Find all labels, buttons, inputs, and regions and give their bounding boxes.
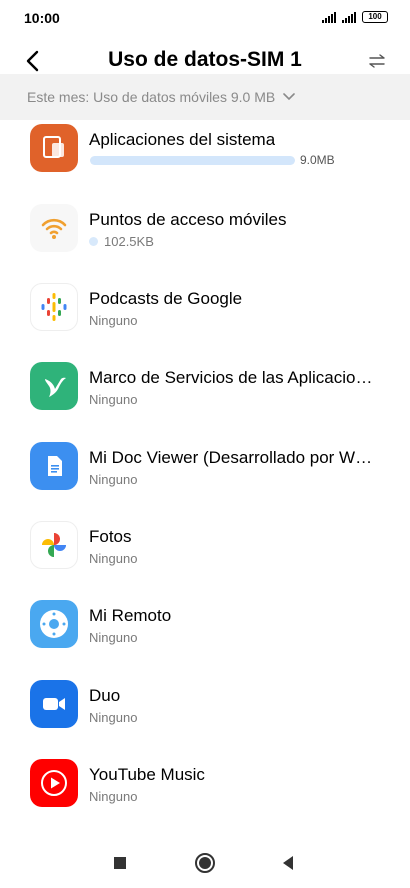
signal-icon: [322, 11, 336, 23]
recent-apps-button[interactable]: [109, 852, 131, 874]
app-usage: Ninguno: [89, 472, 138, 487]
circle-icon: [195, 853, 215, 873]
hummingbird-icon: [30, 362, 78, 410]
google-photos-icon: [30, 521, 78, 569]
usage-bar: [90, 156, 295, 165]
app-name: Podcasts de Google: [89, 289, 243, 308]
doc-viewer-icon: [30, 442, 78, 490]
app-name: Mi Doc Viewer (Desarrollado por WPS Offi…: [89, 448, 379, 467]
usage-bar-fill: [90, 156, 295, 165]
battery-level: 100: [368, 12, 382, 21]
chevron-down-icon: [283, 93, 296, 101]
google-podcasts-icon: [30, 283, 78, 331]
battery-icon: 100: [362, 11, 388, 23]
system-apps-icon: [30, 124, 78, 172]
app-name: Mi Remoto: [89, 606, 172, 625]
list-item[interactable]: Aplicaciones del sistema 9.0MB: [0, 120, 410, 199]
status-bar: 10:00 100: [0, 0, 410, 36]
nav-back-button[interactable]: [277, 852, 299, 874]
list-item[interactable]: Duo Ninguno: [0, 676, 410, 755]
app-name: Aplicaciones del sistema: [89, 130, 276, 149]
home-button[interactable]: [194, 852, 216, 874]
app-usage: Ninguno: [89, 789, 138, 804]
app-name: Puntos de acceso móviles: [89, 210, 287, 229]
list-item[interactable]: Puntos de acceso móviles 102.5KB: [0, 200, 410, 279]
app-usage: Ninguno: [89, 392, 138, 407]
video-camera-icon: [30, 680, 78, 728]
app-usage: Ninguno: [89, 551, 138, 566]
period-filter[interactable]: Este mes: Uso de datos móviles 9.0 MB: [0, 74, 410, 120]
list-item[interactable]: YouTube Music Ninguno: [0, 755, 410, 834]
hotspot-icon: [30, 204, 78, 252]
app-usage-row: 102.5KB: [89, 234, 154, 249]
system-nav-bar: [0, 838, 410, 888]
app-usage: Ninguno: [89, 313, 138, 328]
app-name: Marco de Servicios de las Aplicaciones: [89, 368, 379, 387]
list-item[interactable]: Mi Remoto Ninguno: [0, 596, 410, 675]
list-item[interactable]: Fotos Ninguno: [0, 517, 410, 596]
status-icons: 100: [322, 11, 388, 23]
app-usage: Ninguno: [89, 710, 138, 725]
app-name: Fotos: [89, 527, 132, 546]
list-item[interactable]: Marco de Servicios de las Aplicaciones N…: [0, 358, 410, 437]
youtube-music-icon: [30, 759, 78, 807]
list-item[interactable]: Mi Doc Viewer (Desarrollado por WPS Offi…: [0, 438, 410, 517]
triangle-back-icon: [283, 856, 293, 870]
swap-sim-button[interactable]: [364, 48, 390, 74]
swap-arrows-icon: [369, 54, 385, 68]
page-title: Uso de datos-SIM 1: [108, 48, 302, 71]
signal-icon: [342, 11, 356, 23]
app-usage: Ninguno: [89, 630, 138, 645]
app-usage: 102.5KB: [104, 234, 154, 249]
list-item[interactable]: Podcasts de Google Ninguno: [0, 279, 410, 358]
status-time: 10:00: [24, 10, 60, 26]
app-name: YouTube Music: [89, 765, 205, 784]
period-filter-label: Este mes: Uso de datos móviles 9.0 MB: [27, 89, 276, 105]
app-usage: 9.0MB: [300, 153, 335, 167]
remote-icon: [30, 600, 78, 648]
square-icon: [114, 857, 126, 869]
app-name: Duo: [89, 686, 121, 705]
usage-dot: [89, 237, 98, 246]
